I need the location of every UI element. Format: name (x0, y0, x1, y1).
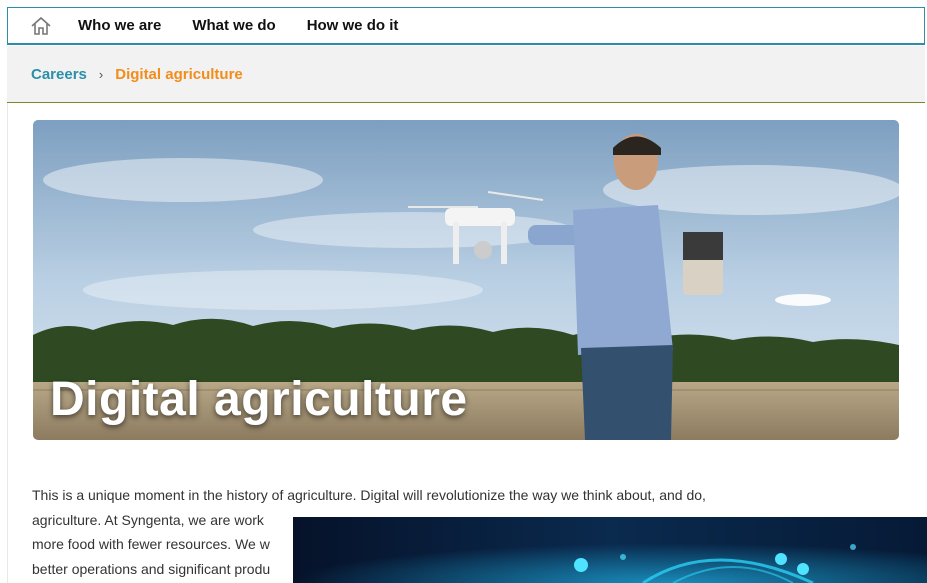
hero-banner: Digital agriculture (33, 120, 899, 440)
hero-title: Digital agriculture (50, 373, 468, 426)
breadcrumb-current-page: Digital agriculture (115, 65, 243, 83)
breadcrumb-careers-link[interactable]: Careers (31, 66, 87, 83)
breadcrumb-chevron-icon: › (98, 66, 104, 82)
intro-line: This is a unique moment in the history o… (32, 487, 706, 503)
home-icon[interactable] (30, 15, 52, 37)
nav-who-we-are[interactable]: Who we are (78, 17, 161, 34)
digital-network-image (293, 517, 927, 583)
nav-how-we-do-it[interactable]: How we do it (307, 17, 399, 34)
nav-what-we-do[interactable]: What we do (192, 17, 275, 34)
top-navigation: Who we are What we do How we do it (7, 7, 925, 45)
breadcrumb: Careers › Digital agriculture (7, 46, 925, 103)
main-content: Digital agriculture This is a unique mom… (7, 103, 925, 583)
video-overlay-thumbnail[interactable] (293, 517, 927, 583)
